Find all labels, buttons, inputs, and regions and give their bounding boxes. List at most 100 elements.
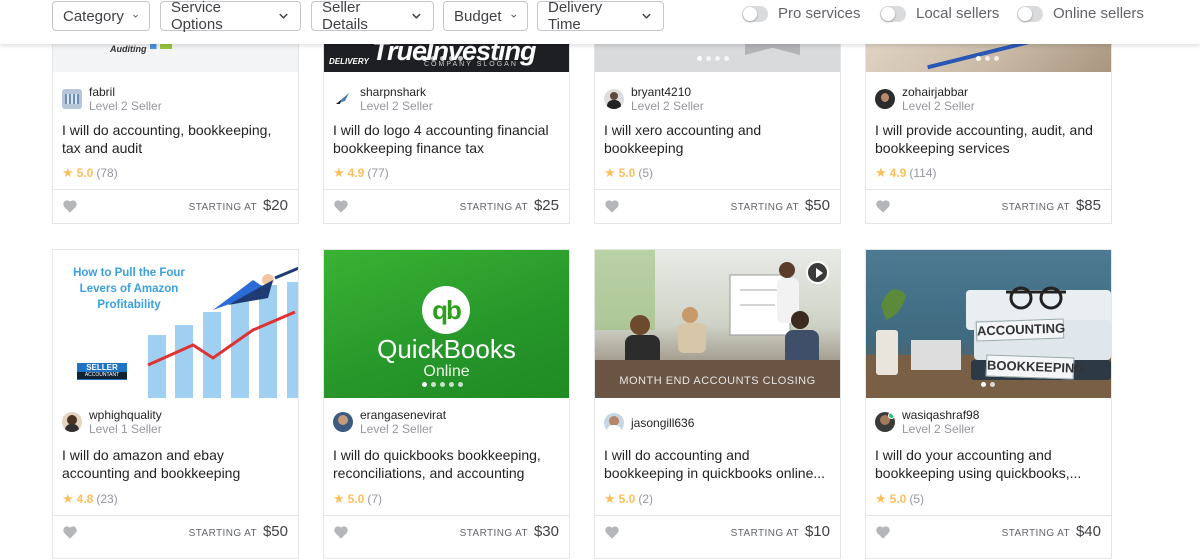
seller-name[interactable]: wphighquality bbox=[89, 408, 162, 422]
seller-avatar[interactable] bbox=[604, 89, 624, 109]
gig-thumbnail[interactable]: qb QuickBooks Online bbox=[324, 250, 569, 398]
gig-thumbnail[interactable]: MONTH END ACCOUNTS CLOSING bbox=[595, 250, 840, 398]
gig-title[interactable]: I will do amazon and ebay accounting and… bbox=[62, 446, 290, 482]
rating-score: 5.0 bbox=[76, 166, 94, 180]
service-options-filter-label: Service Options bbox=[171, 0, 223, 33]
seller-avatar[interactable] bbox=[333, 89, 353, 109]
price-block[interactable]: STARTING AT $25 bbox=[460, 197, 559, 214]
card-footer: STARTING AT $85 bbox=[866, 189, 1111, 223]
starting-at-label: STARTING AT bbox=[459, 528, 528, 539]
seller-details-filter[interactable]: Seller Details bbox=[311, 0, 434, 33]
price-block[interactable]: STARTING AT $50 bbox=[189, 523, 288, 540]
local-sellers-switch[interactable] bbox=[880, 5, 906, 22]
gig-card[interactable]: qb QuickBooks Online erangasenevirat Lev… bbox=[323, 249, 570, 559]
seller-name[interactable]: jasongill636 bbox=[631, 416, 694, 430]
card-footer: STARTING AT $50 bbox=[53, 515, 298, 549]
rating-score: 5.0 bbox=[618, 166, 636, 180]
badge-title: SELLER bbox=[86, 363, 118, 372]
budget-filter[interactable]: Budget bbox=[443, 1, 528, 31]
category-filter[interactable]: Category bbox=[52, 1, 150, 31]
seller-info: wphighquality Level 1 Seller bbox=[62, 408, 162, 436]
carousel-dots[interactable] bbox=[976, 56, 999, 61]
gig-title[interactable]: I will do accounting and bookkeeping in … bbox=[604, 446, 832, 482]
seller-name[interactable]: bryant4210 bbox=[631, 85, 704, 99]
thumbnail-subcaption: Online bbox=[423, 363, 470, 380]
gig-thumbnail[interactable]: ACCOUNTING BOOKKEEPING bbox=[866, 250, 1111, 398]
gig-price: $50 bbox=[804, 197, 830, 214]
gig-rating: ★ 4.9 (114) bbox=[875, 165, 936, 181]
gig-card[interactable]: How to Pull the Four Levers of Amazon Pr… bbox=[52, 249, 299, 559]
heart-icon[interactable] bbox=[876, 526, 890, 539]
gig-rating: ★ 5.0 (7) bbox=[333, 491, 382, 507]
carousel-dots[interactable] bbox=[422, 56, 463, 61]
gig-price: $40 bbox=[1075, 523, 1101, 540]
seller-name[interactable]: zohairjabbar bbox=[902, 85, 975, 99]
seller-level: Level 2 Seller bbox=[631, 99, 704, 113]
seller-avatar[interactable] bbox=[875, 89, 895, 109]
delivery-time-filter[interactable]: Delivery Time bbox=[537, 0, 664, 33]
chevron-down-icon bbox=[279, 13, 288, 19]
gig-card[interactable]: MONTH END ACCOUNTS CLOSING jasongill636 … bbox=[594, 249, 841, 559]
badge-subtitle: ACCOUNTANT bbox=[77, 372, 127, 379]
gig-price: $85 bbox=[1075, 197, 1101, 214]
gig-rating: ★ 5.0 (5) bbox=[875, 491, 924, 507]
carousel-dots[interactable] bbox=[697, 56, 729, 61]
price-block[interactable]: STARTING AT $85 bbox=[1002, 197, 1101, 214]
service-options-filter[interactable]: Service Options bbox=[160, 0, 301, 33]
local-sellers-label: Local sellers bbox=[916, 5, 1000, 22]
seller-avatar[interactable] bbox=[875, 412, 895, 432]
star-icon: ★ bbox=[333, 491, 345, 506]
thumbnail-subcaption: COMPANY SLOGAN bbox=[424, 61, 518, 68]
gig-title[interactable]: I will do accounting, bookkeeping, tax a… bbox=[62, 121, 290, 157]
shark-logo bbox=[336, 93, 349, 104]
gig-price: $20 bbox=[262, 197, 288, 214]
carousel-dots[interactable] bbox=[981, 382, 995, 387]
price-block[interactable]: STARTING AT $40 bbox=[1002, 523, 1101, 540]
seller-avatar[interactable] bbox=[62, 89, 82, 109]
seller-name[interactable]: fabril bbox=[89, 85, 162, 99]
seller-level: Level 1 Seller bbox=[89, 422, 162, 436]
online-sellers-switch[interactable] bbox=[1017, 5, 1043, 22]
gig-title[interactable]: I will do logo 4 accounting financial bo… bbox=[333, 121, 561, 157]
rating-count: (7) bbox=[367, 492, 383, 506]
gig-card[interactable]: ACCOUNTING BOOKKEEPING wasiqashraf98 Lev… bbox=[865, 249, 1112, 559]
heart-icon[interactable] bbox=[63, 526, 77, 539]
heart-icon[interactable] bbox=[334, 200, 348, 213]
price-block[interactable]: STARTING AT $50 bbox=[731, 197, 830, 214]
seller-level: Level 2 Seller bbox=[902, 99, 975, 113]
thumbnail-subcaption: BOOKKEEPING bbox=[985, 354, 1085, 380]
video-play-icon[interactable] bbox=[806, 261, 829, 284]
gig-title[interactable]: I will do quickbooks bookkeeping, reconc… bbox=[333, 446, 561, 482]
pro-services-toggle[interactable]: Pro services bbox=[742, 5, 861, 22]
pro-services-switch[interactable] bbox=[742, 5, 768, 22]
seller-name[interactable]: sharpnshark bbox=[360, 85, 433, 99]
starting-at-label: STARTING AT bbox=[459, 202, 528, 213]
gig-thumbnail[interactable]: How to Pull the Four Levers of Amazon Pr… bbox=[53, 250, 298, 398]
heart-icon[interactable] bbox=[334, 526, 348, 539]
heart-icon[interactable] bbox=[876, 200, 890, 213]
online-sellers-label: Online sellers bbox=[1053, 5, 1144, 22]
thumbnail-caption: MONTH END ACCOUNTS CLOSING bbox=[619, 375, 816, 387]
price-block[interactable]: STARTING AT $30 bbox=[460, 523, 559, 540]
heart-icon[interactable] bbox=[605, 526, 619, 539]
price-block[interactable]: STARTING AT $20 bbox=[189, 197, 288, 214]
rating-count: (5) bbox=[638, 166, 654, 180]
rating-score: 5.0 bbox=[347, 492, 365, 506]
carousel-dots[interactable] bbox=[422, 382, 463, 387]
seller-info: zohairjabbar Level 2 Seller bbox=[875, 85, 975, 113]
price-block[interactable]: STARTING AT $10 bbox=[731, 523, 830, 540]
seller-name[interactable]: erangasenevirat bbox=[360, 408, 446, 422]
gig-title[interactable]: I will xero accounting and bookkeeping bbox=[604, 121, 832, 157]
heart-icon[interactable] bbox=[605, 200, 619, 213]
seller-avatar[interactable] bbox=[62, 412, 82, 432]
online-sellers-toggle[interactable]: Online sellers bbox=[1017, 5, 1144, 22]
online-status-dot bbox=[888, 412, 895, 419]
chevron-down-icon bbox=[133, 14, 138, 18]
gig-title[interactable]: I will do your accounting and bookkeepin… bbox=[875, 446, 1103, 482]
local-sellers-toggle[interactable]: Local sellers bbox=[880, 5, 999, 22]
seller-avatar[interactable] bbox=[604, 413, 624, 433]
seller-avatar[interactable] bbox=[333, 412, 353, 432]
heart-icon[interactable] bbox=[63, 200, 77, 213]
seller-name[interactable]: wasiqashraf98 bbox=[902, 408, 979, 422]
gig-title[interactable]: I will provide accounting, audit, and bo… bbox=[875, 121, 1103, 157]
